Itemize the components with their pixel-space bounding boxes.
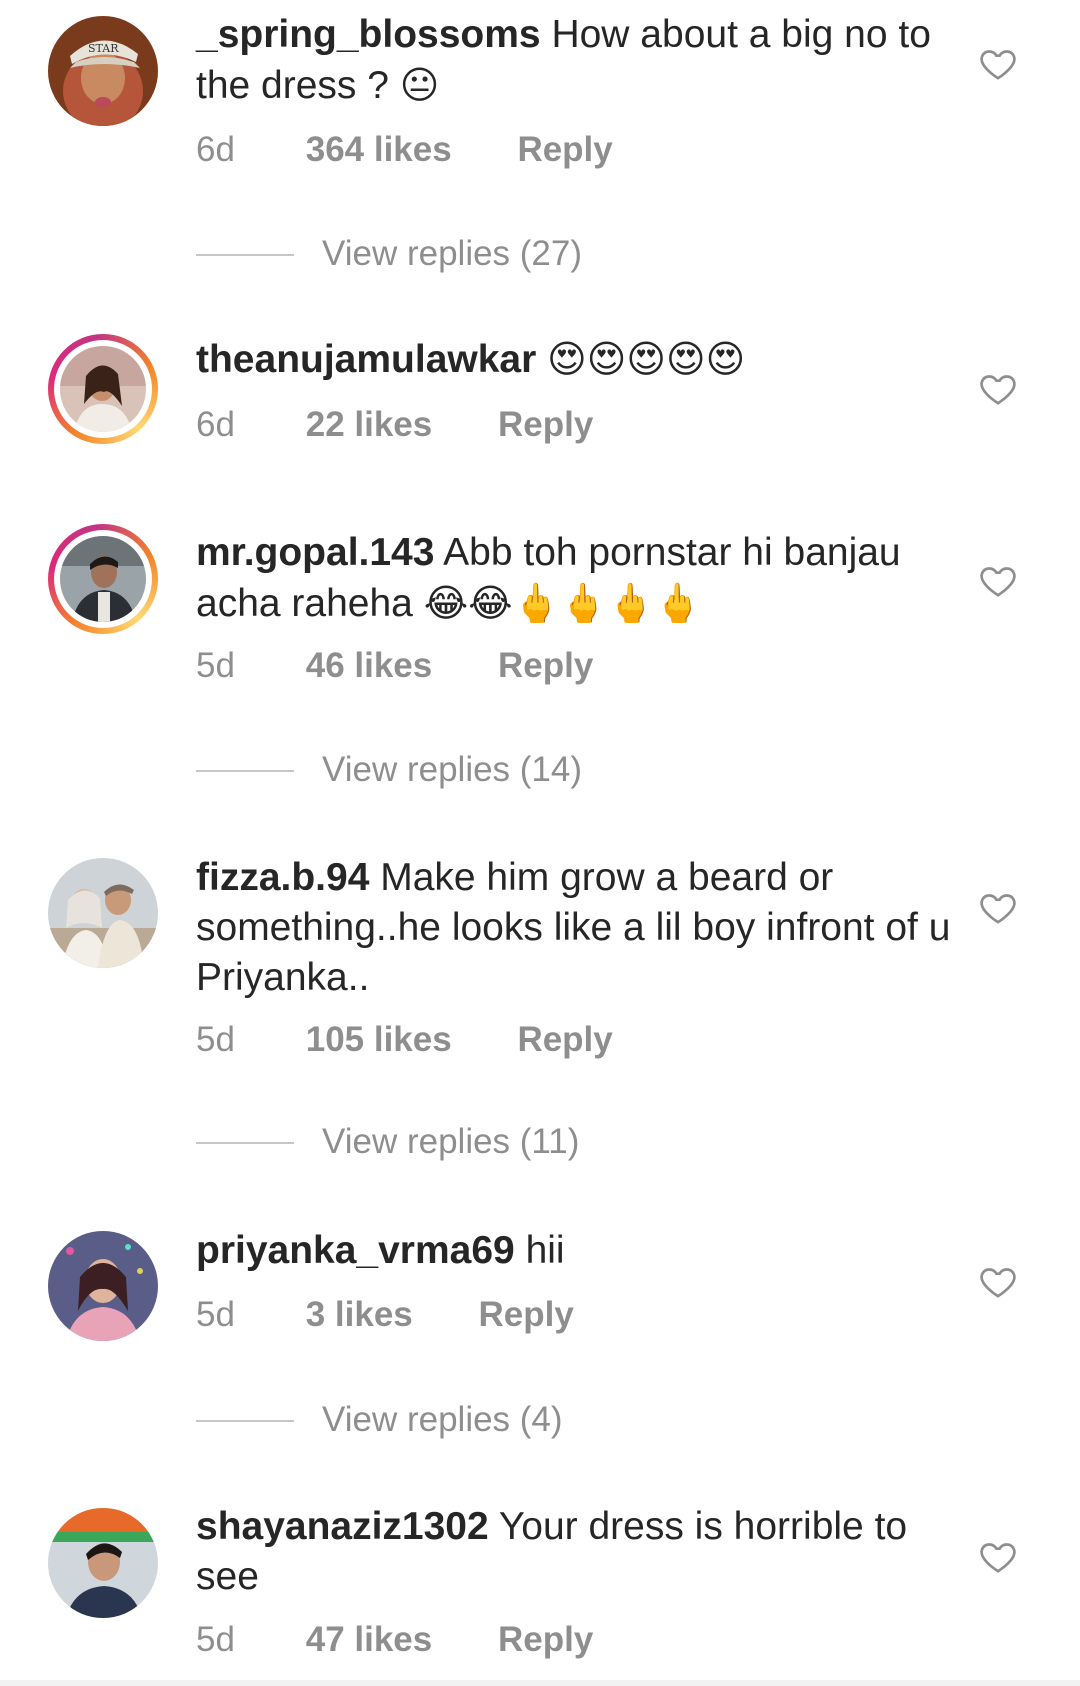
heart-outline-icon[interactable]	[978, 1537, 1018, 1577]
comment-body: priyanka_vrma69 hii	[196, 1226, 956, 1276]
comment-username[interactable]: mr.gopal.143	[196, 531, 434, 574]
comment-emoji: 😂😂🖕🖕🖕🖕	[423, 581, 702, 625]
comment-username[interactable]: priyanka_vrma69	[196, 1229, 515, 1272]
comment-username[interactable]: _spring_blossoms	[196, 13, 541, 56]
view-replies-label[interactable]: View replies (27)	[322, 234, 582, 274]
heart-outline-icon[interactable]	[978, 369, 1018, 409]
avatar[interactable]	[48, 858, 158, 968]
comment-body: mr.gopal.143 Abb toh pornstar hi banjau …	[196, 528, 956, 629]
comment-time: 5d	[196, 1020, 235, 1059]
heart-outline-icon[interactable]	[978, 1262, 1018, 1302]
reply-button[interactable]: Reply	[517, 130, 612, 169]
replies-divider	[196, 254, 294, 256]
avatar-cap-text: STAR	[88, 42, 119, 55]
bottom-divider	[0, 1680, 1080, 1686]
comment-username[interactable]: shayanaziz1302	[196, 1505, 489, 1548]
avatar[interactable]	[48, 524, 158, 634]
comment-likes[interactable]: 22 likes	[306, 405, 433, 444]
comment-likes[interactable]: 364 likes	[306, 130, 452, 169]
reply-button[interactable]: Reply	[498, 405, 593, 444]
comment-emoji: 😐	[399, 63, 440, 107]
replies-divider	[196, 770, 294, 772]
replies-divider	[196, 1142, 294, 1144]
comment-likes[interactable]: 3 likes	[306, 1295, 413, 1334]
comment-meta: 5d 105 likes Reply	[196, 1020, 613, 1060]
comment-time: 6d	[196, 130, 235, 169]
avatar[interactable]: STAR	[48, 16, 158, 126]
reply-button[interactable]: Reply	[498, 1620, 593, 1659]
comment-body: shayanaziz1302 Your dress is horrible to…	[196, 1502, 956, 1602]
comment-time: 6d	[196, 405, 235, 444]
comment-emoji: 😍😍😍😍😍	[547, 337, 746, 381]
comment-meta: 5d 47 likes Reply	[196, 1620, 593, 1660]
comment-time: 5d	[196, 1620, 235, 1659]
comment-meta: 5d 46 likes Reply	[196, 646, 593, 686]
comment-time: 5d	[196, 646, 235, 685]
comment-username[interactable]: fizza.b.94	[196, 856, 369, 899]
reply-button[interactable]: Reply	[479, 1295, 574, 1334]
reply-button[interactable]: Reply	[498, 646, 593, 685]
comment-body: _spring_blossoms How about a big no to t…	[196, 10, 956, 111]
avatar[interactable]	[48, 1508, 158, 1618]
comment-text: hii	[525, 1229, 565, 1272]
view-replies-label[interactable]: View replies (11)	[322, 1122, 579, 1162]
comment-likes[interactable]: 47 likes	[306, 1620, 433, 1659]
comment-body: fizza.b.94 Make him grow a beard or some…	[196, 853, 956, 1003]
avatar[interactable]	[48, 1231, 158, 1341]
comment-meta: 6d 22 likes Reply	[196, 405, 593, 445]
comment-meta: 6d 364 likes Reply	[196, 130, 613, 170]
comment-meta: 5d 3 likes Reply	[196, 1295, 574, 1335]
view-replies-label[interactable]: View replies (14)	[322, 750, 582, 790]
reply-button[interactable]: Reply	[517, 1020, 612, 1059]
avatar[interactable]	[48, 334, 158, 444]
view-replies-label[interactable]: View replies (4)	[322, 1400, 563, 1440]
comment-likes[interactable]: 46 likes	[306, 646, 433, 685]
replies-divider	[196, 1420, 294, 1422]
heart-outline-icon[interactable]	[978, 561, 1018, 601]
heart-outline-icon[interactable]	[978, 888, 1018, 928]
comment-body: theanujamulawkar 😍😍😍😍😍	[196, 334, 956, 385]
comment-username[interactable]: theanujamulawkar	[196, 338, 536, 381]
comment-likes[interactable]: 105 likes	[306, 1020, 452, 1059]
comment-time: 5d	[196, 1295, 235, 1334]
heart-outline-icon[interactable]	[978, 44, 1018, 84]
